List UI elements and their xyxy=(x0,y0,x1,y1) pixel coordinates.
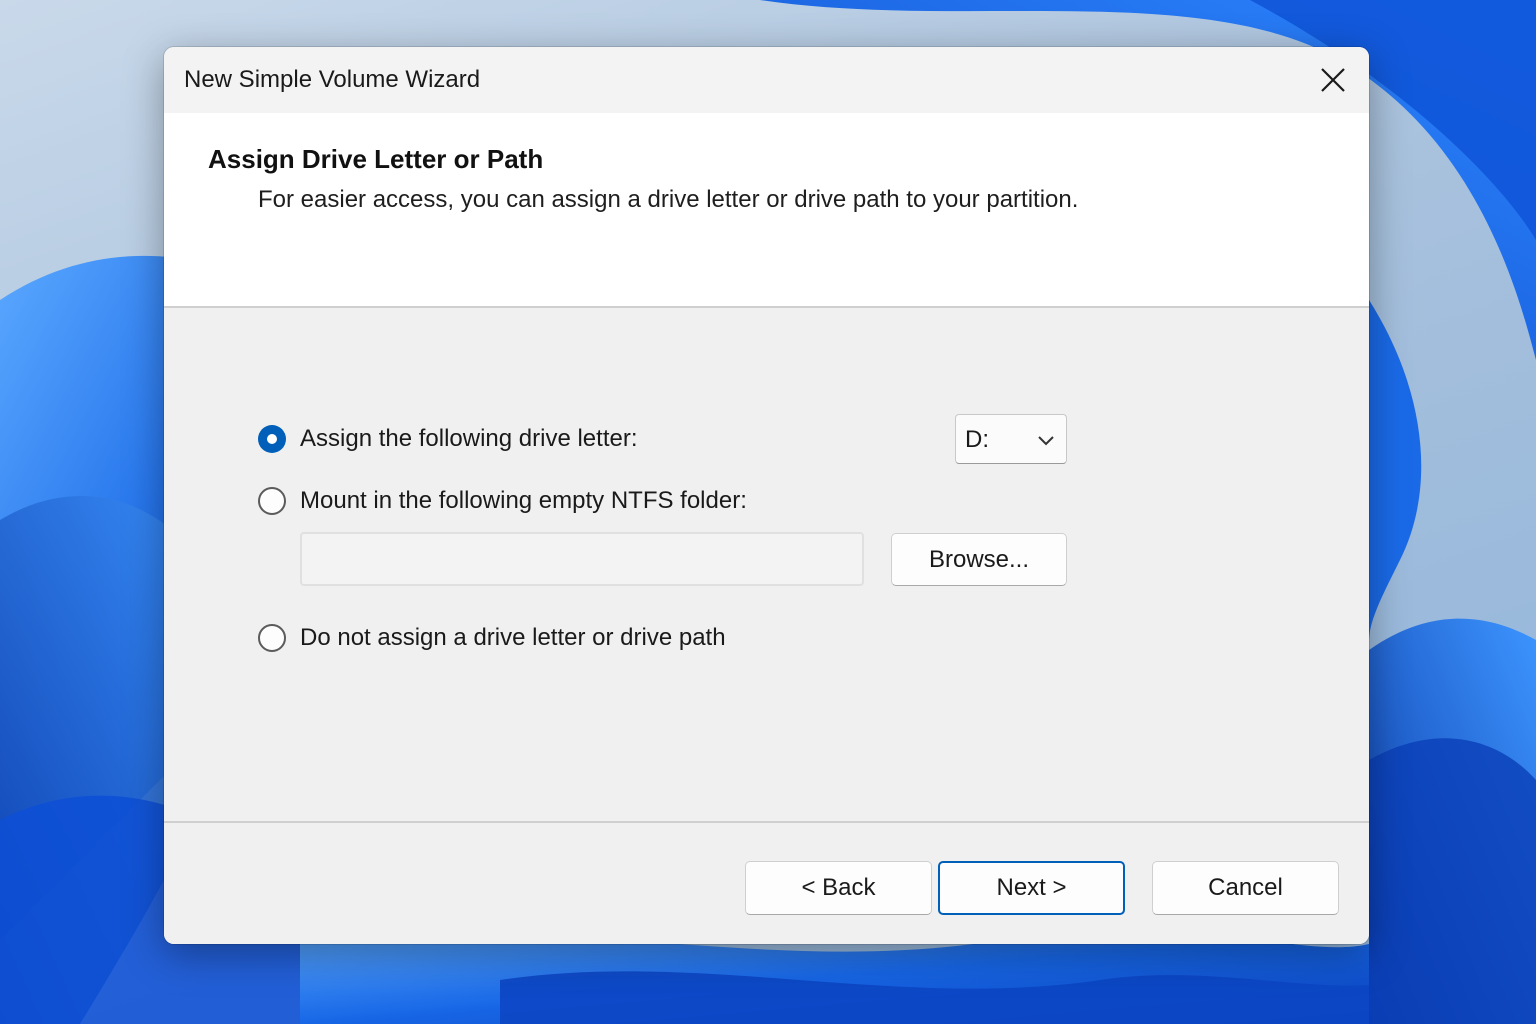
browse-button[interactable]: Browse... xyxy=(891,533,1067,586)
folder-path-input[interactable] xyxy=(300,532,864,586)
chevron-down-icon xyxy=(1038,436,1054,446)
radio-no-assign[interactable] xyxy=(258,624,286,652)
close-icon xyxy=(1321,68,1345,92)
button-bar: < Back Next > Cancel xyxy=(164,821,1369,944)
close-button[interactable] xyxy=(1297,47,1369,113)
radio-mount-folder[interactable] xyxy=(258,487,286,515)
page-title: Assign Drive Letter or Path xyxy=(208,144,544,174)
wizard-window: New Simple Volume Wizard Assign Drive Le… xyxy=(164,47,1369,944)
back-button[interactable]: < Back xyxy=(745,861,932,915)
cancel-button[interactable]: Cancel xyxy=(1152,861,1339,915)
title-bar[interactable]: New Simple Volume Wizard xyxy=(164,47,1369,113)
option-assign-letter[interactable]: Assign the following drive letter: xyxy=(258,425,638,453)
option-mount-folder[interactable]: Mount in the following empty NTFS folder… xyxy=(258,487,747,515)
option-assign-letter-label: Assign the following drive letter: xyxy=(300,425,638,452)
window-title: New Simple Volume Wizard xyxy=(184,66,481,93)
option-mount-folder-label: Mount in the following empty NTFS folder… xyxy=(300,487,747,514)
next-button[interactable]: Next > xyxy=(938,861,1125,915)
option-no-assign-label: Do not assign a drive letter or drive pa… xyxy=(300,624,726,651)
option-no-assign[interactable]: Do not assign a drive letter or drive pa… xyxy=(258,624,726,652)
header-panel: Assign Drive Letter or Path For easier a… xyxy=(164,113,1369,308)
options-panel: Assign the following drive letter: D: Mo… xyxy=(164,308,1369,821)
page-subtitle: For easier access, you can assign a driv… xyxy=(258,186,1079,213)
drive-letter-value: D: xyxy=(965,426,989,453)
radio-assign-letter[interactable] xyxy=(258,425,286,453)
drive-letter-select[interactable]: D: xyxy=(955,414,1067,464)
